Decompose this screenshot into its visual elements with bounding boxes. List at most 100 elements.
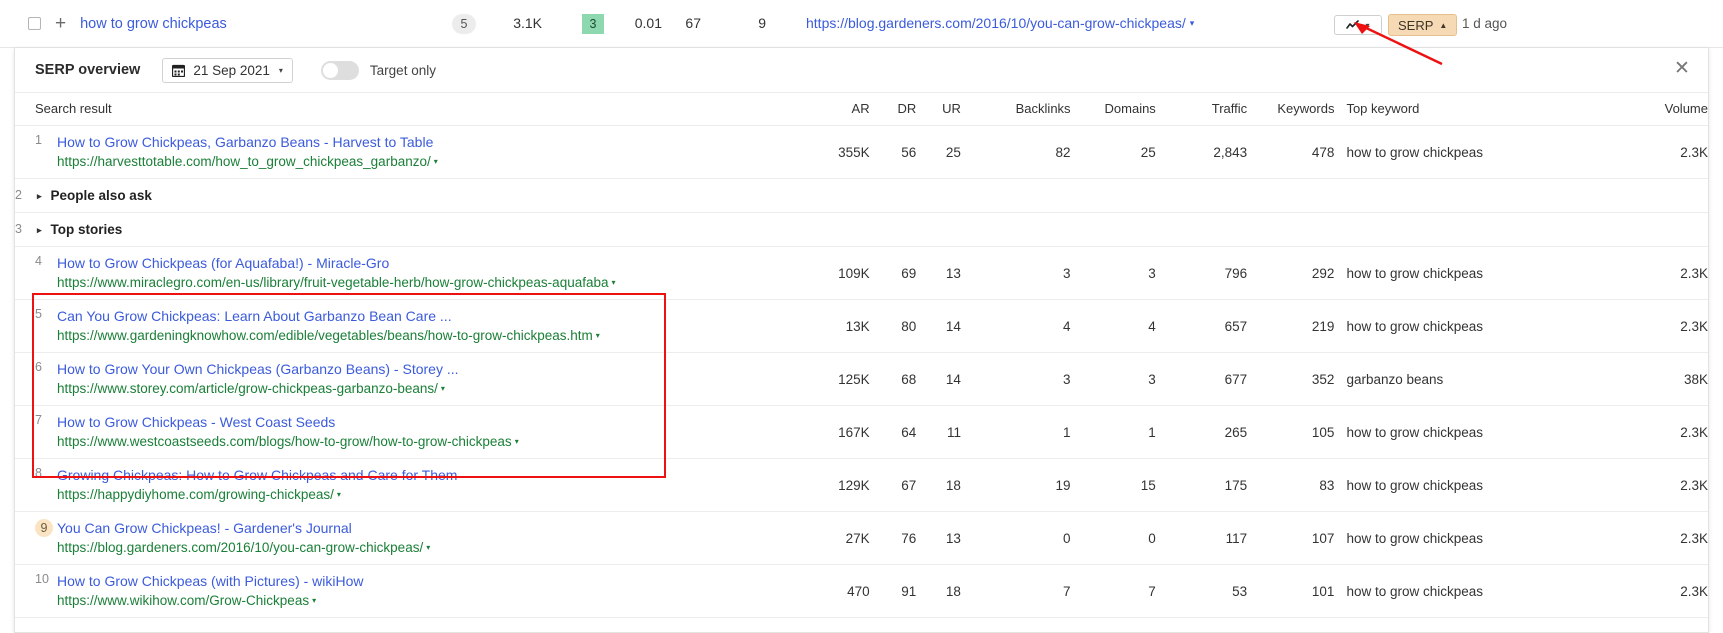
backlinks-value[interactable]: 7 [960, 564, 1071, 618]
serp-button-label: SERP [1398, 17, 1434, 33]
chevron-down-icon[interactable]: ▾ [426, 543, 430, 552]
col-domains[interactable]: Domains [1070, 92, 1156, 126]
result-url[interactable]: https://harvesttotable.com/how_to_grow_c… [57, 152, 438, 171]
table-row[interactable]: 7 How to Grow Chickpeas - West Coast Seed… [15, 405, 1708, 459]
search-result-cell[interactable]: 5 Can You Grow Chickpeas: Learn About Gar… [15, 299, 797, 353]
result-title-link[interactable]: You Can Grow Chickpeas! - Gardener's Jou… [57, 519, 430, 538]
search-result-cell[interactable]: 1 How to Grow Chickpeas, Garbanzo Beans -… [15, 125, 797, 179]
keywords-value[interactable]: 105 [1247, 405, 1335, 459]
search-result-cell[interactable]: 10 How to Grow Chickpeas (with Pictures) … [15, 564, 797, 618]
triangle-right-icon[interactable]: ▸ [37, 225, 42, 235]
search-result-cell[interactable]: 8 Growing Chickpeas: How to Grow Chickpea… [15, 458, 797, 512]
panel-title: SERP overview [35, 62, 141, 78]
keywords-value[interactable]: 478 [1247, 125, 1335, 179]
table-row[interactable]: 2 ▸ People also ask [15, 178, 1708, 213]
chevron-down-icon[interactable]: ▾ [441, 384, 445, 393]
chevron-down-icon[interactable]: ▾ [515, 437, 519, 446]
serp-feature-label[interactable]: ▸ Top stories [37, 222, 122, 237]
serp-feature-cell[interactable]: 2 ▸ People also ask [15, 178, 1708, 213]
result-url[interactable]: https://happydiyhome.com/growing-chickpe… [57, 485, 457, 504]
table-row[interactable]: 9 You Can Grow Chickpeas! - Gardener's Jo… [15, 511, 1708, 565]
serp-toggle-button[interactable]: SERP ▲ [1388, 14, 1458, 36]
result-title-link[interactable]: Can You Grow Chickpeas: Learn About Garb… [57, 307, 600, 326]
result-url[interactable]: https://www.wikihow.com/Grow-Chickpeas ▾ [57, 591, 364, 610]
keywords-value[interactable]: 352 [1247, 352, 1335, 406]
col-backlinks[interactable]: Backlinks [960, 92, 1071, 126]
domains-value[interactable]: 3 [1070, 246, 1156, 300]
serp-feature-label[interactable]: ▸ People also ask [37, 188, 152, 203]
close-icon[interactable]: ✕ [1672, 59, 1692, 79]
triangle-right-icon[interactable]: ▸ [37, 191, 42, 201]
ur-value: 14 [916, 299, 961, 353]
domains-value[interactable]: 15 [1070, 458, 1156, 512]
table-row[interactable]: 10 How to Grow Chickpeas (with Pictures) … [15, 564, 1708, 618]
result-title-link[interactable]: How to Grow Chickpeas (with Pictures) - … [57, 572, 364, 591]
chevron-down-icon[interactable]: ▾ [337, 490, 341, 499]
keywords-value[interactable]: 101 [1247, 564, 1335, 618]
result-url[interactable]: https://www.storey.com/article/grow-chic… [57, 379, 459, 398]
chevron-down-icon[interactable]: ▾ [434, 157, 438, 166]
target-only-toggle[interactable] [320, 60, 359, 80]
keyword-row[interactable]: + how to grow chickpeas 5 3.1K 3 0.01 67… [0, 0, 1723, 48]
keyword-link[interactable]: how to grow chickpeas [80, 16, 227, 32]
domains-value[interactable]: 7 [1070, 564, 1156, 618]
col-ar[interactable]: AR [796, 92, 870, 126]
result-title-link[interactable]: Growing Chickpeas: How to Grow Chickpeas… [57, 466, 457, 485]
backlinks-value[interactable]: 3 [960, 352, 1071, 406]
domains-value[interactable]: 0 [1070, 511, 1156, 565]
backlinks-value[interactable]: 3 [960, 246, 1071, 300]
backlinks-value[interactable]: 4 [960, 299, 1071, 353]
col-top-keyword[interactable]: Top keyword [1334, 92, 1589, 126]
date-picker[interactable]: 21 Sep 2021 ▾ [162, 57, 293, 83]
col-dr[interactable]: DR [869, 92, 917, 126]
target-only-toggle-wrap[interactable]: Target only [320, 60, 436, 80]
rank-number: 8 [35, 466, 42, 480]
domains-value[interactable]: 4 [1070, 299, 1156, 353]
search-result-cell[interactable]: 7 How to Grow Chickpeas - West Coast Seed… [15, 405, 797, 459]
result-title-link[interactable]: How to Grow Chickpeas (for Aquafaba!) - … [57, 254, 616, 273]
col-volume[interactable]: Volume [1588, 92, 1708, 126]
result-title-link[interactable]: How to Grow Chickpeas - West Coast Seeds [57, 413, 519, 432]
result-url[interactable]: https://www.miraclegro.com/en-us/library… [57, 273, 616, 292]
chevron-down-icon[interactable]: ▾ [596, 331, 600, 340]
search-result-cell[interactable]: 4 How to Grow Chickpeas (for Aquafaba!) -… [15, 246, 797, 300]
col-search-result[interactable]: Search result [15, 92, 797, 126]
col-traffic[interactable]: Traffic [1155, 92, 1248, 126]
col-keywords[interactable]: Keywords [1247, 92, 1335, 126]
table-row[interactable]: 6 How to Grow Your Own Chickpeas (Garbanz… [15, 352, 1708, 406]
chevron-down-icon[interactable]: ▾ [1190, 18, 1195, 28]
add-keyword-icon[interactable]: + [55, 14, 66, 33]
keywords-value[interactable]: 107 [1247, 511, 1335, 565]
result-title-link[interactable]: How to Grow Your Own Chickpeas (Garbanzo… [57, 360, 459, 379]
keywords-value[interactable]: 219 [1247, 299, 1335, 353]
keywords-value[interactable]: 83 [1247, 458, 1335, 512]
domains-value[interactable]: 1 [1070, 405, 1156, 459]
search-result-cell[interactable]: 6 How to Grow Your Own Chickpeas (Garbanz… [15, 352, 797, 406]
result-title-link[interactable]: How to Grow Chickpeas, Garbanzo Beans - … [57, 133, 438, 152]
table-row[interactable]: 4 How to Grow Chickpeas (for Aquafaba!) -… [15, 246, 1708, 300]
search-result-cell[interactable]: 9 You Can Grow Chickpeas! - Gardener's Jo… [15, 511, 797, 565]
table-row[interactable]: 5 Can You Grow Chickpeas: Learn About Gar… [15, 299, 1708, 353]
backlinks-value[interactable]: 19 [960, 458, 1071, 512]
backlinks-value[interactable]: 82 [960, 125, 1071, 179]
result-url[interactable]: https://blog.gardeners.com/2016/10/you-c… [57, 538, 430, 557]
backlinks-value[interactable]: 1 [960, 405, 1071, 459]
domains-value[interactable]: 25 [1070, 125, 1156, 179]
table-row[interactable]: 1 How to Grow Chickpeas, Garbanzo Beans -… [15, 125, 1708, 179]
backlinks-value[interactable]: 0 [960, 511, 1071, 565]
table-row[interactable]: 8 Growing Chickpeas: How to Grow Chickpea… [15, 458, 1708, 512]
dr-value: 80 [869, 299, 917, 353]
domains-value[interactable]: 3 [1070, 352, 1156, 406]
col-ur[interactable]: UR [916, 92, 961, 126]
table-row[interactable]: 3 ▸ Top stories [15, 212, 1708, 247]
row-checkbox[interactable] [28, 17, 41, 30]
chevron-down-icon[interactable]: ▾ [312, 596, 316, 605]
chevron-down-icon[interactable]: ▾ [612, 278, 616, 287]
rank-number: 4 [35, 254, 42, 268]
keyword-target-url[interactable]: https://blog.gardeners.com/2016/10/you-c… [806, 15, 1194, 31]
keywords-value[interactable]: 292 [1247, 246, 1335, 300]
result-url[interactable]: https://www.gardeningknowhow.com/edible/… [57, 326, 600, 345]
chart-dropdown-button[interactable]: ▾ [1334, 15, 1382, 35]
serp-feature-cell[interactable]: 3 ▸ Top stories [15, 212, 1708, 247]
result-url[interactable]: https://www.westcoastseeds.com/blogs/how… [57, 432, 519, 451]
